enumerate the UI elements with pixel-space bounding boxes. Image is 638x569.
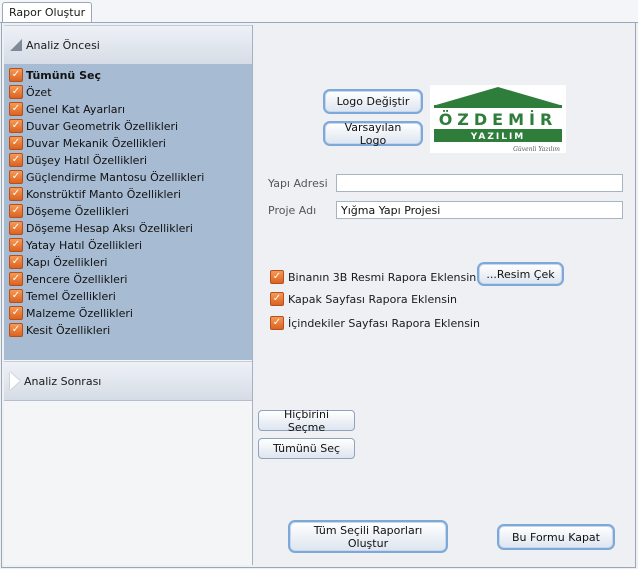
report-section-checkbox[interactable]: ✓ [9,272,23,286]
report-section-label: Duvar Geometrik Özellikleri [26,119,179,133]
report-section-checkbox[interactable]: ✓ [9,153,23,167]
collapsed-arrow-icon [10,372,20,390]
report-section-item[interactable]: ✓ Malzeme Özellikleri [9,305,133,321]
report-section-item[interactable]: ✓ Yatay Hatıl Özellikleri [9,237,142,253]
post-analysis-header-label: Analiz Sonrası [24,374,102,388]
option-contents-page-checkbox[interactable]: ✓ [270,316,284,330]
report-section-label: Duvar Mekanik Özellikleri [26,136,166,150]
report-section-item[interactable]: ✓ Duvar Geometrik Özellikleri [9,118,178,134]
report-section-checkbox[interactable]: ✓ [9,68,23,82]
report-section-checkbox[interactable]: ✓ [9,85,23,99]
project-name-input[interactable] [336,201,623,219]
logo-brand-sub: YAZILIM [470,132,526,142]
company-logo-image: ÖZDEMİR YAZILIM Güvenli Yazılım [434,87,562,153]
report-section-checkbox[interactable]: ✓ [9,170,23,184]
report-section-item[interactable]: ✓ Döşeme Hesap Aksı Özellikleri [9,220,193,236]
pre-analysis-header[interactable]: Analiz Öncesi [4,25,252,65]
report-section-label: Yatay Hatıl Özellikleri [26,238,143,252]
report-section-item[interactable]: ✓ Tümünü Seç [9,67,101,83]
report-section-checkbox[interactable]: ✓ [9,119,23,133]
option-cover-page-checkbox[interactable]: ✓ [270,292,284,306]
option-3d-image[interactable]: ✓ Binanın 3B Resmi Rapora Eklensin [270,270,476,284]
report-section-checkbox[interactable]: ✓ [9,102,23,116]
project-name-label: Proje Adı [268,204,317,217]
report-section-label: Genel Kat Ayarları [26,102,126,116]
option-3d-image-checkbox[interactable]: ✓ [270,270,284,284]
report-section-list: ✓ Tümünü Seç ✓ Özet ✓ Genel Kat Ayarları ✓ Duva… [4,64,252,360]
logo-brand-tagline: Güvenli Yazılım [513,146,560,153]
report-section-item[interactable]: ✓ Pencere Özellikleri [9,271,127,287]
report-section-item[interactable]: ✓ Güçlendirme Mantosu Özellikleri [9,169,204,185]
report-section-label: Döşeme Hesap Aksı Özellikleri [26,221,193,235]
default-logo-button[interactable]: Varsayılan Logo [323,121,423,147]
expanded-arrow-icon [10,39,22,51]
report-section-panel: Analiz Öncesi ✓ Tümünü Seç ✓ Özet ✓ Genel Kat… [4,25,253,565]
change-logo-button[interactable]: Logo Değiştir [323,89,423,114]
report-section-label: Kesit Özellikleri [26,323,111,337]
report-section-checkbox[interactable]: ✓ [9,289,23,303]
report-section-checkbox[interactable]: ✓ [9,255,23,269]
report-section-item[interactable]: ✓ Konstrüktif Manto Özellikleri [9,186,181,202]
report-section-checkbox[interactable]: ✓ [9,187,23,201]
capture-image-button[interactable]: ...Resim Çek [477,262,564,286]
report-section-label: Güçlendirme Mantosu Özellikleri [26,170,205,184]
report-section-item[interactable]: ✓ Döşeme Özellikleri [9,203,129,219]
report-section-checkbox[interactable]: ✓ [9,136,23,150]
select-none-button[interactable]: Hiçbirini Seçme [258,408,355,434]
report-section-checkbox[interactable]: ✓ [9,306,23,320]
tab-strip: Rapor Oluştur [0,0,638,24]
option-cover-page[interactable]: ✓ Kapak Sayfası Rapora Eklensin [270,292,457,306]
select-all-button[interactable]: Tümünü Seç [258,438,355,459]
report-section-item[interactable]: ✓ Özet [9,84,52,100]
close-form-button[interactable]: Bu Formu Kapat [497,524,615,550]
report-section-item[interactable]: ✓ Kapı Özellikleri [9,254,107,270]
report-section-item[interactable]: ✓ Temel Özellikleri [9,288,116,304]
report-section-label: Döşeme Özellikleri [26,204,129,218]
pre-analysis-header-label: Analiz Öncesi [26,38,100,52]
report-section-checkbox[interactable]: ✓ [9,221,23,235]
report-section-checkbox[interactable]: ✓ [9,204,23,218]
option-cover-page-label: Kapak Sayfası Rapora Eklensin [288,292,457,306]
company-logo: ÖZDEMİR YAZILIM Güvenli Yazılım [430,85,566,153]
report-section-label: Pencere Özellikleri [26,272,128,286]
report-section-label: Düşey Hatıl Özellikleri [26,153,148,167]
report-section-item[interactable]: ✓ Düşey Hatıl Özellikleri [9,152,147,168]
tab-rapor-olustur[interactable]: Rapor Oluştur [2,2,93,24]
address-label: Yapı Adresi [268,177,328,190]
report-section-item[interactable]: ✓ Genel Kat Ayarları [9,101,125,117]
option-contents-page[interactable]: ✓ İçindekiler Sayfası Rapora Eklensin [270,316,480,330]
report-section-checkbox[interactable]: ✓ [9,323,23,337]
option-3d-image-label: Binanın 3B Resmi Rapora Eklensin [288,270,477,284]
report-section-label: Tümünü Seç [26,68,101,82]
post-analysis-header[interactable]: Analiz Sonrası [4,361,252,401]
generate-reports-button[interactable]: Tüm Seçili Raporları Oluştur [288,520,448,553]
address-input[interactable] [336,174,623,192]
report-section-checkbox[interactable]: ✓ [9,238,23,252]
report-section-label: Kapı Özellikleri [26,255,108,269]
report-section-label: Malzeme Özellikleri [26,306,133,320]
report-section-item[interactable]: ✓ Duvar Mekanik Özellikleri [9,135,166,151]
report-section-label: Konstrüktif Manto Özellikleri [26,187,181,201]
report-section-label: Özet [26,85,52,99]
report-section-item[interactable]: ✓ Kesit Özellikleri [9,322,110,338]
option-contents-page-label: İçindekiler Sayfası Rapora Eklensin [288,316,480,330]
logo-brand-name: ÖZDEMİR [439,110,558,129]
report-section-label: Temel Özellikleri [26,289,116,303]
